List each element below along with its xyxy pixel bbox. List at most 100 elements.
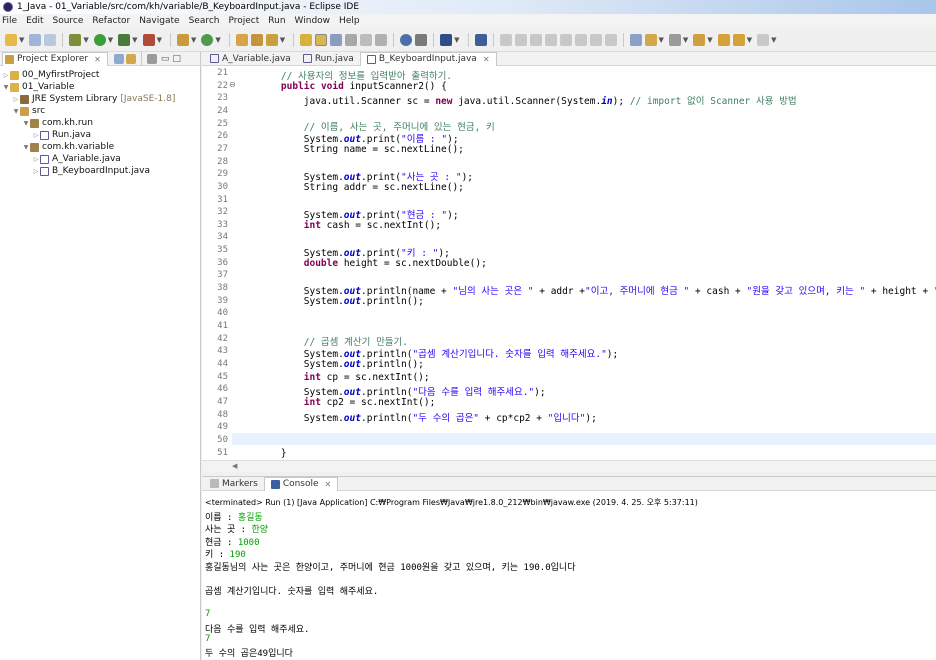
expand-toggle-icon[interactable]: ▷ xyxy=(12,96,20,103)
link-with-editor-icon[interactable] xyxy=(125,53,136,64)
menu-project[interactable]: Project xyxy=(228,16,259,26)
next-edit-dropdown-caret[interactable]: ▼ xyxy=(683,36,688,44)
step-over-icon[interactable] xyxy=(574,33,587,46)
block-selection-icon[interactable] xyxy=(330,33,343,46)
forward-history-icon[interactable] xyxy=(757,33,770,46)
new-java-dropdown-caret[interactable]: ▼ xyxy=(191,36,196,44)
save-all-icon[interactable] xyxy=(44,33,57,46)
expand-toggle-icon[interactable]: ▼ xyxy=(12,108,20,115)
scroll-left-icon[interactable]: ◀ xyxy=(232,462,237,470)
next-edit-icon[interactable] xyxy=(668,33,681,46)
minimize-icon[interactable]: ▭ xyxy=(161,54,170,64)
menu-file[interactable]: File xyxy=(2,16,17,26)
annotation-dropdown-caret[interactable]: ▼ xyxy=(659,36,664,44)
drop-to-frame-icon[interactable] xyxy=(604,33,617,46)
pin-editor-icon[interactable] xyxy=(375,33,388,46)
expand-toggle-icon[interactable]: ▷ xyxy=(32,132,40,139)
console-dropdown-caret[interactable]: ▼ xyxy=(454,36,459,44)
terminate-icon[interactable] xyxy=(529,33,542,46)
menu-search[interactable]: Search xyxy=(189,16,220,26)
coverage-dropdown-caret[interactable]: ▼ xyxy=(132,36,137,44)
tree-item[interactable]: ▼ 01_Variable xyxy=(0,81,200,93)
search-dropdown-caret[interactable]: ▼ xyxy=(280,36,285,44)
show-whitespace-icon[interactable] xyxy=(360,33,373,46)
toggle-breadcrumb-icon[interactable] xyxy=(315,33,328,46)
view-menu-icon[interactable] xyxy=(146,53,157,64)
new-class-dropdown-caret[interactable]: ▼ xyxy=(215,36,220,44)
disconnect-icon[interactable] xyxy=(544,33,557,46)
forward-dropdown-caret[interactable]: ▼ xyxy=(771,36,776,44)
tree-item[interactable]: ▼ src xyxy=(0,105,200,117)
tab-markers[interactable]: Markers xyxy=(204,477,264,491)
menu-window[interactable]: Window xyxy=(295,16,331,26)
open-task-icon[interactable] xyxy=(250,33,263,46)
tree-item[interactable]: ▷ JRE System Library [JavaSE-1.8] xyxy=(0,93,200,105)
step-into-icon[interactable] xyxy=(559,33,572,46)
expand-toggle-icon[interactable]: ▷ xyxy=(2,72,10,79)
skip-breakpoints-icon[interactable] xyxy=(474,33,487,46)
tree-item[interactable]: ▼ com.kh.variable xyxy=(0,141,200,153)
expand-toggle-icon[interactable]: ▷ xyxy=(32,156,40,163)
tab-console[interactable]: Console ✕ xyxy=(263,476,339,491)
step-return-icon[interactable] xyxy=(589,33,602,46)
run-icon[interactable] xyxy=(93,33,106,46)
previous-annotation-icon[interactable] xyxy=(644,33,657,46)
horizontal-scrollbar[interactable]: ◀ xyxy=(202,460,936,472)
line-number: 47 xyxy=(217,396,228,407)
open-type-icon[interactable] xyxy=(235,33,248,46)
save-icon[interactable] xyxy=(29,33,42,46)
debug-icon[interactable] xyxy=(69,33,82,46)
tree-item[interactable]: ▼ com.kh.run xyxy=(0,117,200,129)
word-wrap-icon[interactable] xyxy=(345,33,358,46)
suspend-icon[interactable] xyxy=(514,33,527,46)
pin-icon[interactable] xyxy=(693,33,706,46)
new-dropdown-caret[interactable]: ▼ xyxy=(19,36,24,44)
menu-source[interactable]: Source xyxy=(53,16,84,26)
expand-toggle-icon[interactable]: ▷ xyxy=(32,168,40,175)
expand-toggle-icon[interactable]: ▼ xyxy=(22,120,30,127)
tab-run-java[interactable]: Run.java xyxy=(297,52,360,66)
tree-item[interactable]: ▷ Run.java xyxy=(0,129,200,141)
tree-item[interactable]: ▷ A_Variable.java xyxy=(0,153,200,165)
collapse-all-icon[interactable] xyxy=(113,53,124,64)
expand-toggle-icon[interactable]: ▼ xyxy=(2,84,10,91)
forward-icon[interactable] xyxy=(732,33,745,46)
console-toggle-icon[interactable] xyxy=(440,33,453,46)
next-annotation-icon[interactable] xyxy=(629,33,642,46)
resume-icon[interactable] xyxy=(499,33,512,46)
new-java-project-icon[interactable] xyxy=(176,33,189,46)
new-icon[interactable] xyxy=(5,33,17,46)
open-type-hierarchy-icon[interactable] xyxy=(415,33,428,46)
expand-toggle-icon[interactable]: ▼ xyxy=(22,144,30,151)
search-icon[interactable] xyxy=(265,33,278,46)
tab-b_keyboardinput-java[interactable]: B_KeyboardInput.java ✕ xyxy=(359,51,497,66)
menu-refactor[interactable]: Refactor xyxy=(92,16,130,26)
open-perspective-icon[interactable] xyxy=(400,33,413,46)
menu-edit[interactable]: Edit xyxy=(26,16,43,26)
tab-project-explorer[interactable]: Project Explorer ✕ xyxy=(2,51,108,66)
new-class-icon[interactable] xyxy=(201,33,214,46)
close-icon[interactable]: ✕ xyxy=(325,480,332,489)
coverage-icon[interactable] xyxy=(118,33,131,46)
console-line: 다음 수를 입력 해주세요. xyxy=(205,622,309,635)
close-icon[interactable]: ✕ xyxy=(94,55,101,64)
fold-icon[interactable]: ⊖ xyxy=(229,80,236,89)
tree-item[interactable]: ▷ B_KeyboardInput.java xyxy=(0,165,200,177)
code-line: String name = sc.nextLine(); xyxy=(258,143,464,155)
menu-help[interactable]: Help xyxy=(339,16,360,26)
code-area[interactable]: 21 // 사용자의 정보를 입력받아 출력하기. 22 ⊖ public void… xyxy=(202,66,936,460)
menu-run[interactable]: Run xyxy=(268,16,285,26)
debug-dropdown-caret[interactable]: ▼ xyxy=(83,36,88,44)
back-icon[interactable] xyxy=(717,33,730,46)
external-tools-dropdown-caret[interactable]: ▼ xyxy=(157,36,162,44)
run-dropdown-caret[interactable]: ▼ xyxy=(108,36,113,44)
pin-dropdown-caret[interactable]: ▼ xyxy=(707,36,712,44)
external-tools-icon[interactable] xyxy=(142,33,155,46)
tree-item[interactable]: ▷ 00_MyfirstProject xyxy=(0,69,200,81)
toggle-mark-occurrences-icon[interactable] xyxy=(300,33,313,46)
back-dropdown-caret[interactable]: ▼ xyxy=(747,36,752,44)
tab-a_variable-java[interactable]: A_Variable.java xyxy=(204,52,297,66)
menu-navigate[interactable]: Navigate xyxy=(139,16,179,26)
maximize-icon[interactable]: □ xyxy=(172,54,181,64)
close-icon[interactable]: ✕ xyxy=(483,55,490,64)
